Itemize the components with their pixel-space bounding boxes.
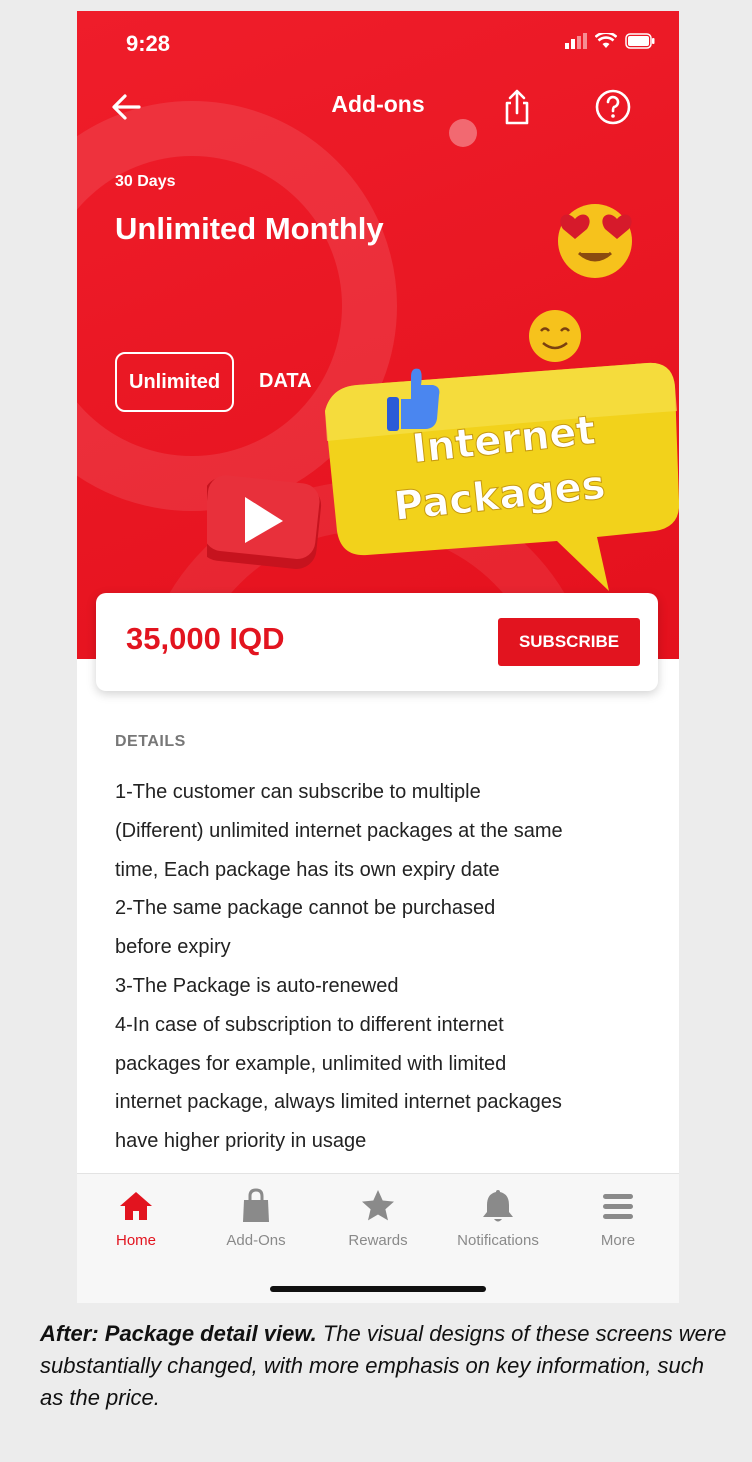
tab-rewards[interactable]: Rewards	[323, 1174, 433, 1264]
page-title: Add-ons	[331, 91, 425, 117]
details-line: 3-The Package is auto-renewed	[115, 974, 399, 997]
tab-label: Notifications	[457, 1232, 539, 1249]
details-line: 2-The same package cannot be purchased	[115, 897, 496, 920]
details-line: time, Each package has its own expiry da…	[115, 858, 500, 881]
tab-label: Home	[115, 1232, 156, 1249]
share-button[interactable]	[495, 85, 539, 129]
details-line: 1-The customer can subscribe to multiple	[115, 781, 481, 803]
status-bar: 9:28	[77, 11, 679, 75]
figure-caption: After: Package detail view. The visual d…	[40, 1318, 730, 1414]
tab-notifications[interactable]: Notifications	[443, 1174, 553, 1264]
details-line: internet package, always limited interne…	[115, 1091, 562, 1114]
heart-eyes-emoji-icon	[558, 204, 632, 278]
signal-icon	[565, 33, 587, 49]
details-line: 4-In case of subscription to different i…	[115, 1013, 504, 1036]
tab-label: More	[600, 1232, 636, 1249]
battery-icon	[625, 33, 655, 49]
shopping-bag-icon	[243, 1188, 269, 1222]
phone-screen: 9:28 Add-ons 30 Days Unlimited Monthly U…	[77, 11, 679, 1303]
menu-icon	[603, 1194, 633, 1219]
star-icon	[362, 1190, 394, 1221]
details-line: have higher priority in usage	[115, 1130, 367, 1153]
smile-emoji-icon	[529, 310, 581, 362]
details-list: 1-The customer can subscribe to multiple…	[115, 773, 645, 1161]
help-button[interactable]	[591, 85, 635, 129]
subscribe-button[interactable]: SUBSCRIBE	[498, 618, 640, 666]
play-button-icon	[207, 475, 322, 569]
top-navigation-bar: Add-ons	[77, 85, 679, 129]
package-price: 35,000 IQD	[126, 621, 285, 656]
thumbs-up-icon	[387, 368, 440, 431]
bottom-tab-bar: Home Add-Ons Rewards Notifications More	[77, 1173, 679, 1303]
price-card: 35,000 IQD SUBSCRIBE	[96, 593, 658, 691]
bell-icon	[483, 1190, 513, 1222]
tab-label: Rewards	[348, 1232, 408, 1249]
home-icon	[120, 1192, 152, 1220]
details-line: packages for example, unlimited with lim…	[115, 1052, 507, 1075]
promo-illustration: Internet Packages	[207, 204, 679, 591]
package-hero-banner: 9:28 Add-ons 30 Days Unlimited Monthly U…	[77, 11, 679, 659]
home-indicator	[270, 1286, 486, 1292]
caption-lead: After: Package detail view.	[40, 1321, 317, 1346]
tab-add-ons[interactable]: Add-Ons	[201, 1174, 311, 1264]
tab-label: Add-Ons	[226, 1232, 286, 1249]
question-circle-icon	[595, 89, 631, 125]
status-icons	[565, 33, 655, 49]
wifi-icon	[595, 33, 617, 48]
status-time: 9:28	[126, 31, 171, 56]
details-line: before expiry	[115, 936, 231, 959]
package-validity: 30 Days	[115, 173, 176, 190]
tab-more[interactable]: More	[563, 1174, 673, 1264]
details-heading: DETAILS	[115, 733, 186, 750]
share-icon	[505, 89, 529, 125]
tab-home[interactable]: Home	[81, 1174, 191, 1264]
details-line: (Different) unlimited internet packages …	[115, 819, 563, 842]
